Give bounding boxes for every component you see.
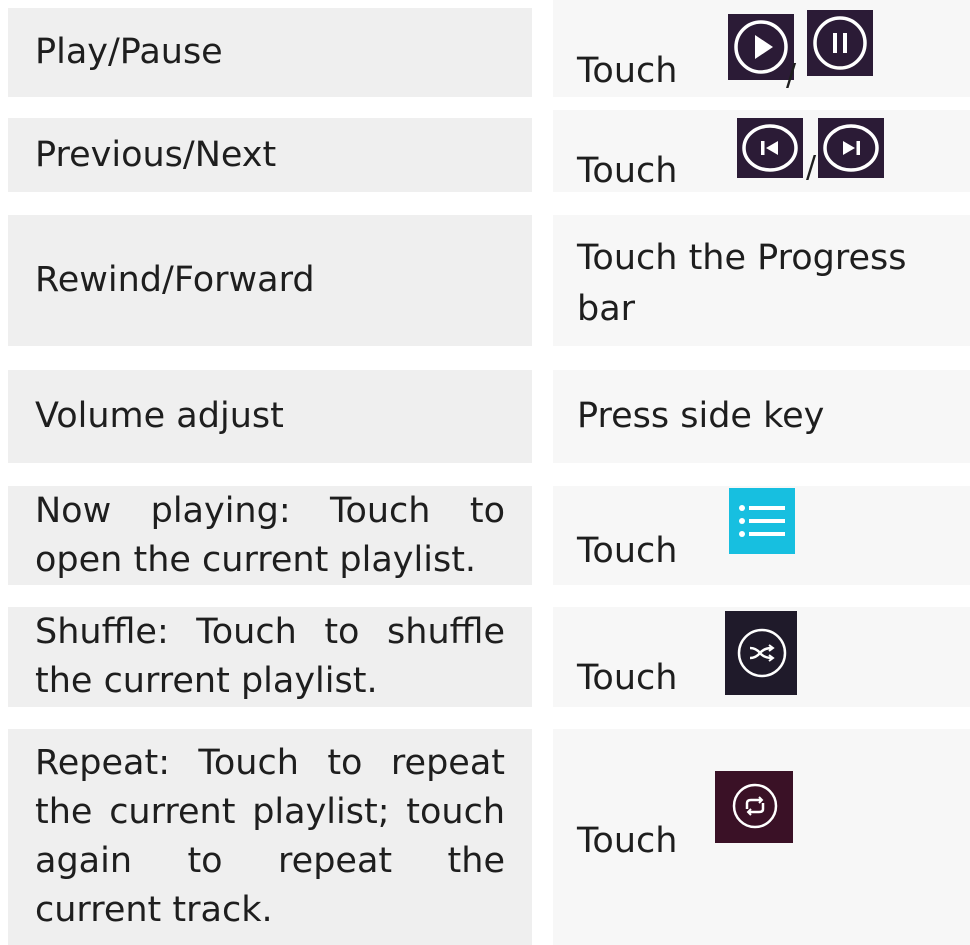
function-cell-previous-next: Previous/Next bbox=[8, 118, 532, 192]
action-cell-volume: Press side key bbox=[553, 370, 970, 463]
function-label: Volume adjust bbox=[35, 396, 284, 436]
action-cell-repeat: Touch bbox=[553, 729, 970, 945]
repeat-icon[interactable] bbox=[715, 771, 793, 843]
action-text: Touch bbox=[577, 151, 678, 191]
action-text: Press side key bbox=[577, 396, 825, 436]
action-text: Touch the Progress bar bbox=[577, 238, 907, 329]
function-label: Rewind/Forward bbox=[35, 260, 315, 300]
separator: / bbox=[786, 58, 797, 93]
function-label: Play/Pause bbox=[35, 32, 223, 72]
action-cell-now-playing: Touch bbox=[553, 486, 970, 585]
action-cell-rewind-forward: Touch the Progress bar bbox=[553, 215, 970, 346]
action-cell-shuffle: Touch bbox=[553, 607, 970, 707]
list-icon[interactable] bbox=[729, 488, 795, 554]
action-cell-previous-next: Touch / bbox=[553, 110, 970, 192]
pause-icon[interactable] bbox=[807, 10, 873, 76]
function-cell-volume: Volume adjust bbox=[8, 370, 532, 463]
function-label: Previous/Next bbox=[35, 134, 277, 175]
function-cell-repeat: Repeat: Touch to repeat the current play… bbox=[8, 729, 532, 945]
function-cell-rewind-forward: Rewind/Forward bbox=[8, 215, 532, 346]
action-text: Touch bbox=[577, 51, 678, 91]
separator: / bbox=[806, 150, 817, 185]
skip-next-icon[interactable] bbox=[818, 118, 884, 178]
function-cell-now-playing: Now playing: Touch to open the current p… bbox=[8, 486, 532, 585]
function-label: Repeat: Touch to repeat the current play… bbox=[35, 743, 505, 930]
function-label: Shuffle: Touch to shuffle the current pl… bbox=[35, 612, 505, 701]
action-text: Touch bbox=[577, 531, 678, 571]
play-icon[interactable] bbox=[728, 14, 794, 80]
action-text: Touch bbox=[577, 658, 678, 698]
action-text: Touch bbox=[577, 821, 678, 861]
action-cell-play-pause: Touch / bbox=[553, 0, 970, 97]
function-cell-play-pause: Play/Pause bbox=[8, 8, 532, 97]
skip-previous-icon[interactable] bbox=[737, 118, 803, 178]
shuffle-icon[interactable] bbox=[725, 611, 797, 695]
function-cell-shuffle: Shuffle: Touch to shuffle the current pl… bbox=[8, 607, 532, 707]
function-label: Now playing: Touch to open the current p… bbox=[35, 490, 505, 580]
